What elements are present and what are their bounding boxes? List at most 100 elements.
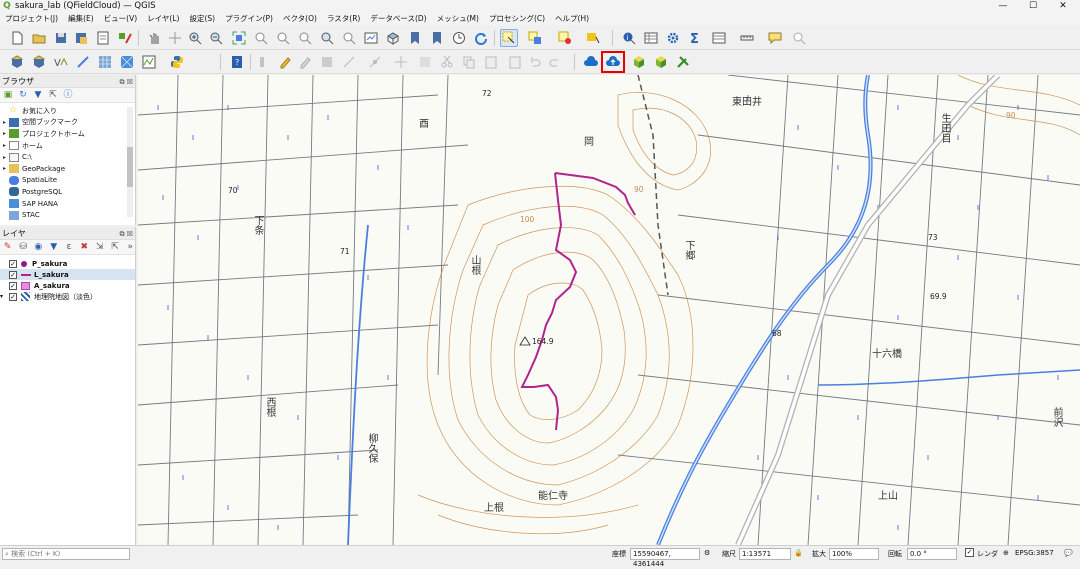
browser-item-postgresql[interactable]: PostgreSQL [0, 186, 135, 198]
maximize-button[interactable]: ☐ [1018, 0, 1048, 12]
remove-layer-icon[interactable]: ✖ [80, 242, 89, 252]
layer-checkbox[interactable]: ✓ [9, 259, 17, 268]
zoom-out-icon[interactable] [207, 29, 225, 47]
redo-icon[interactable] [546, 53, 564, 71]
layer-item-l-sakura[interactable]: ✓ L_sakura [0, 269, 135, 280]
add-vector-layer-icon[interactable]: V [52, 53, 70, 71]
processing-gear-icon[interactable] [664, 29, 682, 47]
add-delimited-text-icon[interactable] [74, 53, 92, 71]
browser-scrollbar[interactable] [127, 107, 133, 217]
new-3d-view-icon[interactable] [384, 29, 402, 47]
zoom-full-icon[interactable] [230, 29, 248, 47]
map-svg[interactable] [138, 75, 1080, 545]
crs-label[interactable]: EPSG:3857 [1015, 549, 1054, 557]
qfieldsync-config-tools-icon[interactable] [674, 53, 692, 71]
expand-all-icon[interactable]: ⇲ [95, 242, 104, 252]
identify-icon[interactable]: i [620, 29, 638, 47]
locator-icon[interactable] [790, 29, 808, 47]
expand-arrow-icon[interactable]: ▾ [0, 293, 6, 300]
python-console-icon[interactable] [168, 53, 186, 71]
cut-features-icon[interactable] [438, 53, 456, 71]
help-contents-icon[interactable]: ? [228, 53, 246, 71]
browser-item-sap-hana[interactable]: SAP HANA [0, 198, 135, 210]
browser-item-spatial-bookmarks[interactable]: ▸ 空間ブックマーク [0, 117, 135, 129]
menu-project[interactable]: プロジェクト(J) [0, 13, 63, 24]
print-layout-icon[interactable] [94, 29, 112, 47]
refresh-icon[interactable] [472, 29, 490, 47]
eye-visibility-icon[interactable]: ◉ [34, 242, 43, 252]
filter-expression-icon[interactable]: ε [64, 242, 73, 252]
layer-checkbox[interactable]: ✓ [9, 292, 17, 301]
more-icon[interactable]: » [126, 242, 135, 252]
menu-edit[interactable]: 編集(E) [63, 13, 99, 24]
panel-float-close-icon[interactable]: ⧉ ☒ [120, 76, 134, 89]
filter-icon[interactable]: ▼ [33, 90, 43, 100]
add-raster-layer-icon[interactable] [96, 53, 114, 71]
style-paint-icon[interactable]: ✎ [3, 242, 12, 252]
render-checkbox[interactable]: ✓ [965, 548, 974, 557]
browser-item-geopackage[interactable]: ▸ GeoPackage [0, 163, 135, 175]
add-mesh-layer-icon[interactable] [118, 53, 136, 71]
close-button[interactable]: ✕ [1048, 0, 1078, 12]
browser-item-spatialite[interactable]: SpatiaLite [0, 175, 135, 187]
attribute-table-icon[interactable] [642, 29, 660, 47]
locator-search-input[interactable]: ⌕ 検索 (Ctrl + K) [2, 548, 130, 560]
crs-globe-icon[interactable]: ⊕ [1003, 549, 1009, 557]
pencil-icon[interactable] [296, 53, 314, 71]
lock-scale-icon[interactable]: 🔒 [794, 549, 803, 557]
open-table-icon[interactable] [710, 29, 728, 47]
measure-icon[interactable] [738, 29, 756, 47]
digitize-icon[interactable] [340, 53, 358, 71]
collapse-all-icon[interactable]: ⇱ [110, 242, 119, 252]
layer-checkbox[interactable]: ✓ [9, 281, 17, 290]
layer-item-a-sakura[interactable]: ✓ A_sakura [0, 280, 135, 291]
minimize-button[interactable]: — [988, 0, 1018, 12]
qfieldcloud-sync-upload-icon[interactable] [601, 51, 625, 73]
add-group-icon[interactable]: ⛁ [18, 242, 27, 252]
zoom-layer-icon[interactable] [274, 29, 292, 47]
menu-plugins[interactable]: プラグイン(P) [220, 13, 278, 24]
add-wms-layer-icon[interactable] [140, 53, 158, 71]
collapse-all-icon[interactable]: ⇱ [48, 90, 58, 100]
messages-icon[interactable]: 💬 [1064, 549, 1073, 557]
statistics-sigma-icon[interactable]: Σ [686, 29, 704, 47]
vertex-tool-icon[interactable] [366, 53, 384, 71]
style-manager-icon[interactable] [116, 29, 134, 47]
delete-selected-icon[interactable] [416, 53, 434, 71]
map-canvas[interactable]: 東田井 生田目 酉 岡 山根 下条 下郷 十六橋 西根 柳久保 能仁寺 上根 上… [138, 75, 1080, 545]
zoom-in-icon[interactable] [186, 29, 204, 47]
menu-settings[interactable]: 設定(S) [184, 13, 220, 24]
layer-checkbox[interactable]: ✓ [9, 270, 17, 279]
layer-item-gsi-pale-map[interactable]: ▾ ✓ 地理院地図（淡色） [0, 291, 135, 302]
deselect-icon[interactable] [556, 29, 574, 47]
copy-features-icon[interactable] [460, 53, 478, 71]
paste-features-icon[interactable] [482, 53, 500, 71]
menu-view[interactable]: ビュー(V) [99, 13, 142, 24]
select-by-value-icon[interactable] [526, 29, 544, 47]
panel-float-close-icon[interactable]: ⧉ ☒ [120, 228, 134, 241]
open-project-icon[interactable] [30, 29, 48, 47]
zoom-selection-icon[interactable] [252, 29, 270, 47]
zoom-next-icon[interactable] [340, 29, 358, 47]
menu-layer[interactable]: レイヤ(L) [142, 13, 184, 24]
qfieldsync-sync-icon[interactable] [652, 53, 670, 71]
paste-as-icon[interactable] [506, 53, 524, 71]
zoom-last-icon[interactable] [318, 29, 336, 47]
qfieldsync-package-icon[interactable] [630, 53, 648, 71]
temporal-clock-icon[interactable] [450, 29, 468, 47]
refresh-icon[interactable]: ↻ [18, 90, 28, 100]
browser-item-stac[interactable]: STAC [0, 209, 135, 221]
add-selected-icon[interactable]: ▣ [3, 90, 13, 100]
browser-item-favorites[interactable]: ☆ お気に入り [0, 105, 135, 117]
undo-icon[interactable] [526, 53, 544, 71]
show-bookmarks-icon[interactable] [428, 29, 446, 47]
qfieldcloud-icon[interactable] [582, 53, 600, 71]
menu-vector[interactable]: ベクタ(O) [278, 13, 322, 24]
toggle-editing-pencil-icon[interactable] [276, 53, 294, 71]
filter-legend-icon[interactable]: ▼ [49, 242, 58, 252]
pan-hand-icon[interactable] [146, 29, 164, 47]
data-source-manager-icon[interactable] [8, 53, 26, 71]
select-features-icon[interactable] [500, 29, 518, 47]
new-geopackage-icon[interactable] [30, 53, 48, 71]
menu-raster[interactable]: ラスタ(R) [322, 13, 365, 24]
